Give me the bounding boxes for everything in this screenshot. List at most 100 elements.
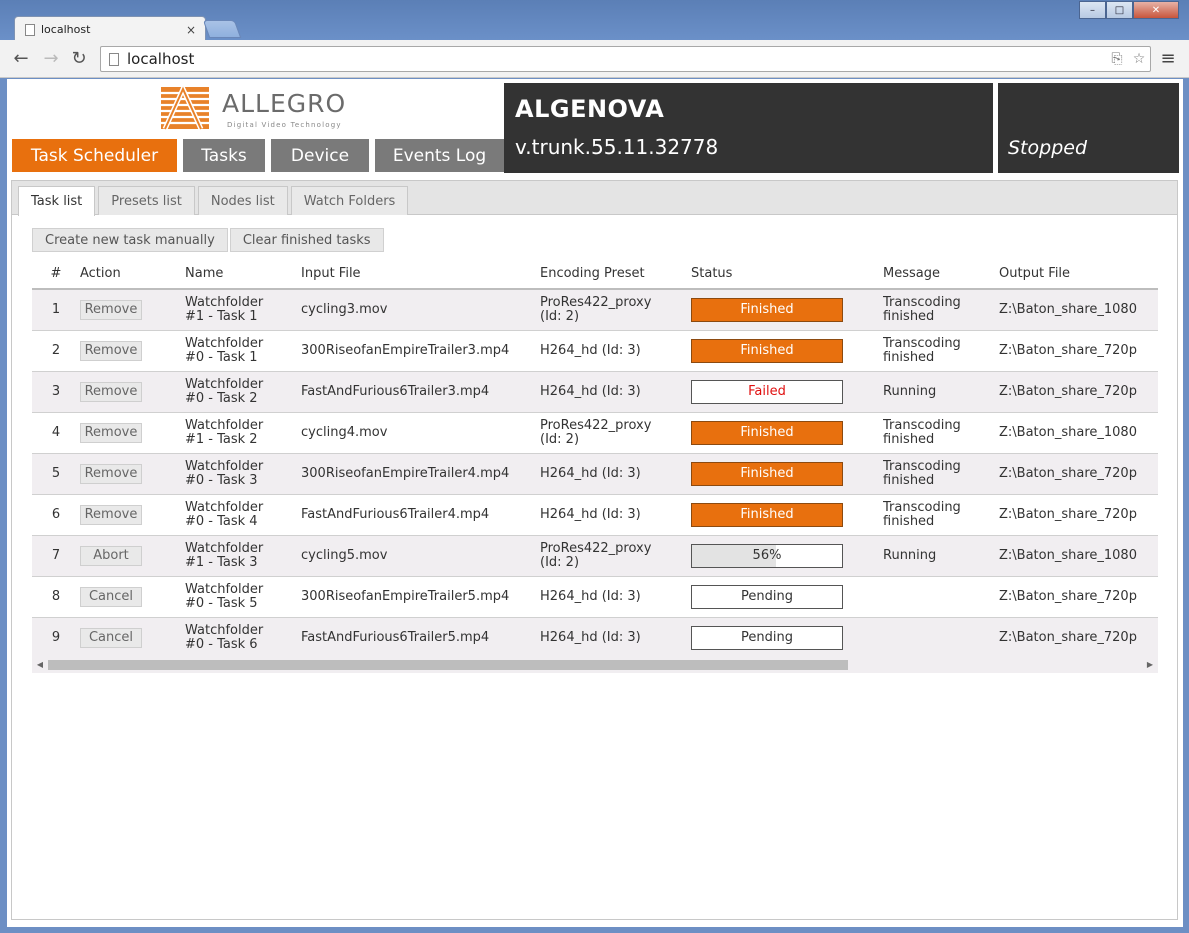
scroll-left-icon[interactable]: ◀	[34, 659, 46, 671]
url-text[interactable]: localhost	[127, 50, 1106, 68]
tab-tasks[interactable]: Tasks	[183, 139, 265, 172]
menu-icon[interactable]: ≡	[1158, 49, 1178, 69]
table-row: 3 Remove Watchfolder #0 - Task 2 FastAndFuri…	[32, 371, 1158, 413]
tab-task-scheduler[interactable]: Task Scheduler	[12, 139, 177, 172]
clear-finished-button[interactable]: Clear finished tasks	[229, 228, 384, 252]
cell-encoding-preset: H264_hd (Id: 3)	[540, 371, 691, 413]
cell-number: 7	[32, 535, 80, 577]
cell-name: Watchfolder #1 - Task 1	[185, 289, 301, 331]
preset-line: ProRes422_proxy	[540, 294, 652, 310]
task-scheduler-panel: Task list Presets list Nodes list Watch …	[11, 180, 1178, 920]
tab-close-icon[interactable]: ×	[183, 23, 199, 37]
task-name-line: Watchfolder	[185, 499, 264, 515]
tab-events-log[interactable]: Events Log	[375, 139, 504, 172]
cell-status: Finished	[691, 412, 883, 454]
cell-number: 5	[32, 453, 80, 495]
column-header[interactable]: Encoding Preset	[540, 259, 691, 290]
column-header[interactable]: Status	[691, 259, 883, 290]
tab-device[interactable]: Device	[271, 139, 369, 172]
status-badge: 56%	[691, 543, 843, 568]
remove-task-button[interactable]: Remove	[80, 504, 142, 525]
preset-line: H264_hd (Id: 3)	[540, 465, 641, 481]
cancel-task-button[interactable]: Cancel	[80, 586, 142, 607]
cell-output-file: Z:\Baton_share_720p	[999, 494, 1158, 536]
tab-presets-list[interactable]: Presets list	[98, 186, 195, 215]
cell-number: 8	[32, 576, 80, 618]
browser-tab[interactable]: localhost ×	[14, 16, 206, 42]
task-table-container: # Action Name Input File Encoding Preset…	[32, 259, 1158, 677]
tab-watch-folders[interactable]: Watch Folders	[290, 186, 409, 215]
page-icon	[25, 23, 35, 36]
reload-icon[interactable]: ↻	[68, 48, 90, 70]
column-header[interactable]: #	[32, 259, 80, 290]
remove-task-button[interactable]: Remove	[80, 463, 142, 484]
cell-encoding-preset: H264_hd (Id: 3)	[540, 494, 691, 536]
cell-message: Transcoding finished	[883, 330, 999, 372]
logo-subtitle: Digital Video Technology	[227, 121, 342, 129]
cell-number: 6	[32, 494, 80, 536]
tab-task-list[interactable]: Task list	[18, 186, 96, 216]
cell-status: Finished	[691, 330, 883, 372]
cell-output-file: Z:\Baton_share_1080	[999, 412, 1158, 454]
table-row: 7 Abort Watchfolder #1 - Task 3 cycling5.mov…	[32, 535, 1158, 577]
preset-line: H264_hd (Id: 3)	[540, 506, 641, 522]
cell-input-file: 300RiseofanEmpireTrailer5.mp4	[301, 576, 540, 618]
cell-name: Watchfolder #0 - Task 2	[185, 371, 301, 413]
remove-task-button[interactable]: Remove	[80, 299, 142, 320]
cell-message	[883, 576, 999, 618]
table-row: 5 Remove Watchfolder #0 - Task 3 300Riseofan…	[32, 453, 1158, 495]
remove-task-button[interactable]: Remove	[80, 340, 142, 361]
address-bar[interactable]: localhost ⎘ ☆	[100, 46, 1151, 72]
status-badge: Failed	[691, 379, 843, 404]
remove-task-button[interactable]: Remove	[80, 381, 142, 402]
preset-line: (Id: 2)	[540, 554, 580, 570]
column-header[interactable]: Output File	[999, 259, 1158, 290]
status-label: 56%	[752, 547, 782, 563]
browser-toolbar: ← → ↻ localhost ⎘ ☆ ≡	[0, 40, 1189, 78]
cell-action: Remove	[80, 371, 185, 413]
forward-arrow-icon[interactable]: →	[40, 48, 62, 70]
status-badge: Finished	[691, 297, 843, 322]
tab-nodes-list[interactable]: Nodes list	[197, 186, 288, 215]
close-window-button[interactable]: ✕	[1133, 1, 1179, 19]
message-line: finished	[883, 431, 935, 447]
preset-line: H264_hd (Id: 3)	[540, 629, 641, 645]
cell-encoding-preset: ProRes422_proxy (Id: 2)	[540, 289, 691, 331]
column-header[interactable]: Action	[80, 259, 185, 290]
scroll-right-icon[interactable]: ▶	[1144, 659, 1156, 671]
create-task-button[interactable]: Create new task manually	[32, 228, 228, 252]
new-tab-button[interactable]	[202, 20, 242, 38]
preset-line: ProRes422_proxy	[540, 417, 652, 433]
maximize-button[interactable]: □	[1106, 1, 1133, 19]
status-label: Failed	[748, 383, 786, 399]
message-line: finished	[883, 308, 935, 324]
horizontal-scrollbar[interactable]: ◀ ▶	[32, 657, 1158, 673]
cell-action: Remove	[80, 330, 185, 372]
translate-icon[interactable]: ⎘	[1106, 51, 1128, 67]
logo-text: ALLEGRO	[222, 89, 347, 118]
task-actions: Create new task manually Clear finished …	[32, 228, 386, 252]
back-arrow-icon[interactable]: ←	[10, 48, 32, 70]
cell-status: Pending	[691, 617, 883, 659]
minimize-button[interactable]: –	[1079, 1, 1106, 19]
cell-name: Watchfolder #0 - Task 5	[185, 576, 301, 618]
task-name-line: #1 - Task 1	[185, 308, 258, 324]
remove-task-button[interactable]: Remove	[80, 422, 142, 443]
column-header[interactable]: Input File	[301, 259, 540, 290]
cancel-task-button[interactable]: Cancel	[80, 627, 142, 648]
cell-number: 1	[32, 289, 80, 331]
window-border-right	[1183, 79, 1189, 933]
bookmark-star-icon[interactable]: ☆	[1128, 51, 1150, 67]
task-name-line: Watchfolder	[185, 417, 264, 433]
cell-status: Pending	[691, 576, 883, 618]
column-header[interactable]: Message	[883, 259, 999, 290]
column-header[interactable]: Name	[185, 259, 301, 290]
cell-action: Cancel	[80, 576, 185, 618]
abort-task-button[interactable]: Abort	[80, 545, 142, 566]
cell-output-file: Z:\Baton_share_720p	[999, 617, 1158, 659]
scrollbar-thumb[interactable]	[48, 660, 848, 670]
device-status-panel: Stopped	[998, 83, 1179, 173]
cell-message: Running	[883, 535, 999, 577]
cell-input-file: cycling5.mov	[301, 535, 540, 577]
status-badge: Pending	[691, 625, 843, 650]
